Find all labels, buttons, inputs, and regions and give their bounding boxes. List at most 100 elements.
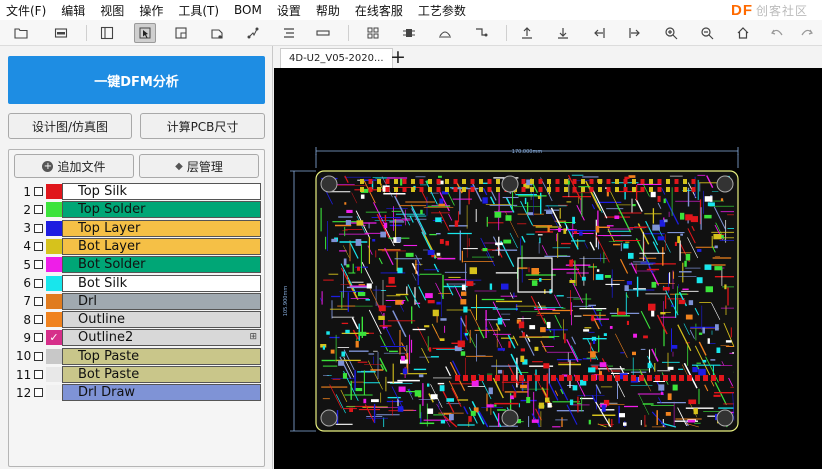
- layer-number: 1: [23, 184, 31, 199]
- layer-row[interactable]: 12 Drl Draw: [16, 384, 261, 402]
- layer-number: 11: [16, 367, 32, 382]
- menu-process-params[interactable]: 工艺参数: [418, 2, 466, 19]
- menu-online-service[interactable]: 在线客服: [355, 2, 403, 19]
- pcb-canvas[interactable]: 170.000mm 105.900mm: [274, 68, 822, 469]
- layer-row[interactable]: 2 Top Solder: [16, 201, 261, 219]
- layer-name[interactable]: Bot Layer: [62, 237, 261, 255]
- connector-icon[interactable]: [470, 23, 492, 43]
- expand-icon[interactable]: ⊞: [249, 332, 257, 342]
- path-icon[interactable]: [242, 23, 264, 43]
- layer-number: 6: [23, 276, 31, 290]
- layer-name[interactable]: Bot Silk: [62, 274, 261, 292]
- layer-name[interactable]: Top Paste: [62, 347, 261, 365]
- layer-visibility-checkbox[interactable]: [34, 205, 43, 215]
- layer-visibility-checkbox[interactable]: [34, 260, 43, 270]
- dfm-analysis-button[interactable]: 一键DFM分析: [8, 56, 265, 104]
- layer-row[interactable]: 5 Bot Solder: [16, 256, 261, 274]
- layer-color-swatch[interactable]: [46, 257, 62, 273]
- move-down-icon[interactable]: [552, 23, 574, 43]
- layer-color-swatch[interactable]: [46, 348, 62, 364]
- select-icon[interactable]: [134, 23, 156, 43]
- check-icon: ✓: [49, 331, 59, 345]
- layer-color-swatch[interactable]: [46, 385, 62, 401]
- menu-tools[interactable]: 工具(T): [178, 2, 219, 19]
- layer-visibility-checkbox[interactable]: [34, 370, 43, 379]
- zoom-in-icon[interactable]: [660, 23, 682, 43]
- grid-icon[interactable]: [362, 23, 384, 43]
- measure-icon[interactable]: [434, 23, 456, 43]
- layer-row[interactable]: 8 Outline: [16, 311, 261, 329]
- layer-color-swatch[interactable]: [46, 312, 62, 328]
- menu-help[interactable]: 帮助: [316, 2, 340, 19]
- rotate-icon[interactable]: [206, 23, 228, 43]
- layer-row[interactable]: 7 Drl: [16, 292, 261, 310]
- move-left-icon[interactable]: [588, 23, 610, 43]
- align-icon[interactable]: [278, 23, 300, 43]
- layer-name[interactable]: Bot Solder: [62, 256, 261, 274]
- layer-name[interactable]: Drl: [62, 292, 261, 310]
- layer-name[interactable]: Top Solder: [62, 201, 261, 219]
- open-folder-icon[interactable]: [10, 23, 32, 43]
- layer-number: 5: [23, 257, 31, 272]
- layer-visibility-checkbox[interactable]: [34, 223, 43, 233]
- add-tab-icon[interactable]: +: [390, 46, 406, 68]
- layer-name[interactable]: Top Silk: [62, 183, 261, 200]
- layer-color-swatch[interactable]: [46, 238, 62, 254]
- move-up-icon[interactable]: [516, 23, 538, 43]
- layer-color-swatch[interactable]: [46, 367, 62, 382]
- layer-color-swatch[interactable]: [46, 275, 62, 291]
- add-file-button[interactable]: + 追加文件: [14, 154, 134, 178]
- layer-visibility-checkbox[interactable]: [34, 296, 43, 306]
- left-panel: 一键DFM分析 设计图/仿真图 计算PCB尺寸 + 追加文件 ◆ 层管理 1 To…: [0, 46, 273, 469]
- toolbar: [0, 20, 822, 46]
- layer-panel: + 追加文件 ◆ 层管理 1 Top Silk 2 Top Solder 3 Top La…: [8, 149, 265, 467]
- menu-view[interactable]: 视图: [100, 2, 124, 19]
- layer-name[interactable]: Outline2 ⊞: [62, 329, 261, 347]
- layer-visibility-checkbox[interactable]: [34, 278, 43, 288]
- layer-visibility-checkbox[interactable]: [34, 351, 43, 361]
- layer-row[interactable]: 1 Top Silk: [16, 183, 261, 200]
- file-tab[interactable]: 4D-U2_V05-2020...: [280, 48, 393, 68]
- layer-color-swatch[interactable]: [46, 184, 62, 199]
- save-icon[interactable]: [50, 23, 72, 43]
- layer-color-swatch[interactable]: ✓: [46, 330, 62, 346]
- layer-color-swatch[interactable]: [46, 220, 62, 236]
- layer-visibility-checkbox[interactable]: [34, 333, 43, 343]
- zoom-out-icon[interactable]: [696, 23, 718, 43]
- zoom-box-icon[interactable]: [170, 23, 192, 43]
- menu-edit[interactable]: 编辑: [61, 2, 85, 19]
- move-right-icon[interactable]: [624, 23, 646, 43]
- menu-settings[interactable]: 设置: [277, 2, 301, 19]
- layer-color-swatch[interactable]: [46, 202, 62, 218]
- ruler-icon[interactable]: [312, 23, 334, 43]
- layer-row[interactable]: 4 Bot Layer: [16, 237, 261, 255]
- layer-row[interactable]: 10 Top Paste: [16, 347, 261, 365]
- menu-file[interactable]: 文件(F): [6, 2, 46, 19]
- layout-icon[interactable]: [96, 23, 118, 43]
- pcb-view[interactable]: 170.000mm 105.900mm: [274, 68, 822, 469]
- layer-row[interactable]: 3 Top Layer: [16, 219, 261, 237]
- layer-row[interactable]: 6 Bot Silk: [16, 274, 261, 292]
- layer-name[interactable]: Drl Draw: [62, 384, 261, 402]
- layer-color-swatch[interactable]: [46, 293, 62, 309]
- menu-operate[interactable]: 操作: [139, 2, 163, 19]
- layer-manage-button[interactable]: ◆ 层管理: [139, 154, 259, 178]
- layer-visibility-checkbox[interactable]: [34, 241, 43, 251]
- pcb-height-label: 105.900mm: [283, 286, 289, 317]
- home-icon[interactable]: [732, 23, 754, 43]
- layer-number: 9: [23, 330, 31, 345]
- menu-bom[interactable]: BOM: [234, 3, 262, 17]
- design-simulation-button[interactable]: 设计图/仿真图: [8, 113, 132, 139]
- layer-name[interactable]: Top Layer: [62, 219, 261, 237]
- layer-visibility-checkbox[interactable]: [34, 388, 43, 398]
- component-icon[interactable]: [398, 23, 420, 43]
- layer-row[interactable]: 11 Bot Paste: [16, 366, 261, 383]
- layer-name[interactable]: Bot Paste: [62, 366, 261, 383]
- layer-visibility-checkbox[interactable]: [34, 315, 43, 325]
- layer-row[interactable]: 9 ✓ Outline2 ⊞: [16, 329, 261, 347]
- layer-name[interactable]: Outline: [62, 311, 261, 329]
- layer-visibility-checkbox[interactable]: [34, 187, 43, 196]
- redo-icon[interactable]: [796, 23, 818, 43]
- calc-pcb-size-button[interactable]: 计算PCB尺寸: [140, 113, 265, 139]
- undo-icon[interactable]: [766, 23, 788, 43]
